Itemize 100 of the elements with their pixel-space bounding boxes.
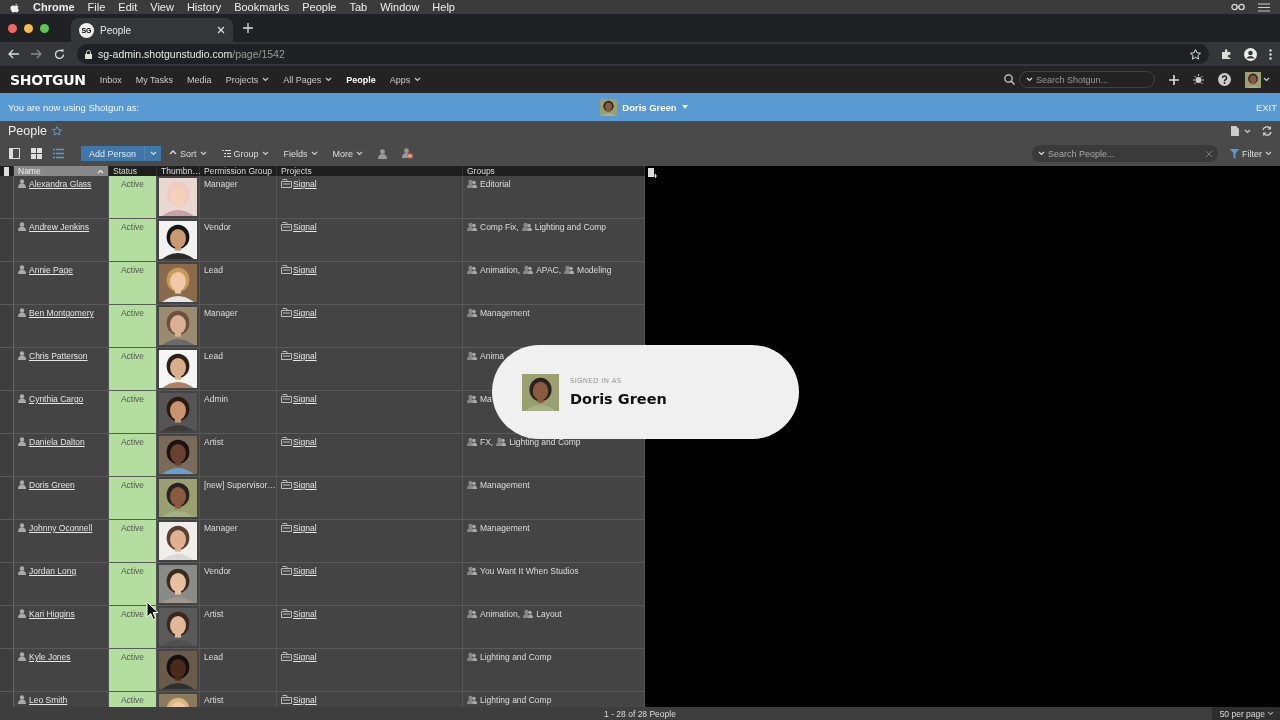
- person-link[interactable]: Andrew Jenkins: [29, 222, 89, 232]
- caret-icon: [1244, 128, 1251, 134]
- project-link[interactable]: Signal: [293, 652, 317, 662]
- table-cell: Lead: [200, 649, 277, 691]
- menu-item[interactable]: File: [87, 1, 106, 13]
- nav-link[interactable]: Projects: [225, 74, 270, 85]
- toolbar-menu[interactable]: Group: [221, 148, 269, 159]
- reload-icon[interactable]: [54, 48, 65, 60]
- add-person-button[interactable]: Add Person: [81, 146, 145, 161]
- glasses-icon[interactable]: [1231, 3, 1245, 11]
- person-link[interactable]: Ben Montgomery: [29, 308, 94, 318]
- group-name: Animation,: [480, 609, 521, 619]
- group-icon: [467, 308, 477, 317]
- search-icon[interactable]: [1004, 74, 1015, 85]
- nav-link[interactable]: Media: [187, 74, 212, 85]
- menu-item[interactable]: People: [302, 1, 337, 13]
- person-link[interactable]: Alexandra Glass: [29, 179, 92, 189]
- person-link[interactable]: Doris Green: [29, 480, 75, 490]
- address-bar[interactable]: sg-admin.shotgunstudio.com/page/1542: [77, 44, 1209, 64]
- nav-link[interactable]: My Tasks: [135, 74, 174, 85]
- select-all-checkbox[interactable]: [4, 166, 9, 176]
- profile-icon[interactable]: [1244, 47, 1257, 61]
- toolbar-menu[interactable]: Fields: [283, 148, 318, 159]
- document-icon[interactable]: [1231, 126, 1239, 136]
- group-icon: [523, 265, 534, 274]
- table-cell: Lead: [200, 348, 277, 390]
- close-icon[interactable]: [217, 26, 225, 34]
- apple-icon[interactable]: [10, 1, 20, 13]
- person-remove-icon[interactable]: [402, 148, 414, 159]
- group-name: Anima: [480, 351, 505, 361]
- menu-icon[interactable]: [1258, 2, 1270, 12]
- list-view-icon[interactable]: [53, 148, 64, 159]
- search-field[interactable]: Search People...: [1032, 145, 1218, 162]
- group-name: Management: [480, 480, 530, 490]
- group-name: Ma: [480, 394, 492, 404]
- menu-item[interactable]: Help: [432, 1, 455, 13]
- project-link[interactable]: Signal: [293, 437, 317, 447]
- bug-icon[interactable]: [1193, 74, 1204, 85]
- project-link[interactable]: Signal: [293, 222, 317, 232]
- menu-item[interactable]: View: [150, 1, 174, 13]
- project-link[interactable]: Signal: [293, 394, 317, 404]
- plus-icon[interactable]: [1169, 74, 1179, 85]
- nav-link[interactable]: Inbox: [99, 74, 122, 85]
- toolbar-menu[interactable]: More: [332, 148, 364, 159]
- sort-icon: [97, 168, 104, 174]
- help-icon[interactable]: [1218, 73, 1231, 86]
- project-icon: [281, 566, 292, 575]
- column-header[interactable]: Projects: [277, 166, 463, 176]
- star-icon[interactable]: [51, 126, 62, 136]
- add-column-icon[interactable]: [648, 168, 657, 178]
- person-icon[interactable]: [378, 148, 388, 159]
- clear-icon[interactable]: [1206, 150, 1212, 157]
- person-link[interactable]: Jordan Long: [29, 566, 77, 576]
- menu-item[interactable]: Bookmarks: [234, 1, 290, 13]
- project-link[interactable]: Signal: [293, 566, 317, 576]
- project-link[interactable]: Signal: [293, 265, 317, 275]
- nav-link[interactable]: Apps: [389, 74, 422, 85]
- group-icon: [523, 609, 534, 618]
- column-header[interactable]: Thumbn…: [157, 166, 200, 176]
- caret-icon: [681, 104, 688, 110]
- menu-item[interactable]: Edit: [118, 1, 138, 13]
- group-icon: [467, 609, 477, 618]
- forward-icon[interactable]: [31, 49, 42, 59]
- page-size-menu[interactable]: 50 per page: [1211, 707, 1280, 720]
- panel-view-icon[interactable]: [9, 148, 20, 159]
- dropdown-button[interactable]: [144, 146, 162, 161]
- toolbar-menu[interactable]: Sort: [169, 148, 207, 159]
- project-icon: [281, 695, 292, 704]
- person-link[interactable]: Cynthia Cargo: [29, 394, 84, 404]
- project-link[interactable]: Signal: [293, 480, 317, 490]
- refresh-icon[interactable]: [1262, 126, 1272, 136]
- caret-icon: [325, 77, 333, 82]
- caret-icon: [1038, 151, 1045, 156]
- menu-item[interactable]: History: [186, 1, 222, 13]
- nav-link[interactable]: People: [346, 74, 376, 85]
- more-icon[interactable]: [1269, 48, 1272, 60]
- person-link[interactable]: Annie Page: [29, 265, 73, 275]
- person-link[interactable]: Kari Higgins: [29, 609, 75, 619]
- project-link[interactable]: Signal: [293, 351, 317, 361]
- person-link[interactable]: Daniela Dalton: [29, 437, 85, 447]
- group-icon: [467, 695, 477, 704]
- project-link[interactable]: Signal: [293, 308, 317, 318]
- menu-item[interactable]: Tab: [349, 1, 368, 13]
- nav-link[interactable]: All Pages: [283, 74, 333, 85]
- project-link[interactable]: Signal: [293, 523, 317, 533]
- column-header[interactable]: Permission Group: [200, 166, 277, 176]
- menu-item[interactable]: Chrome: [33, 1, 75, 13]
- person-link[interactable]: Leo Smith: [29, 695, 68, 705]
- person-link[interactable]: Johnny Oconnell: [29, 523, 93, 533]
- grid-view-icon[interactable]: [31, 148, 42, 159]
- puzzle-icon[interactable]: [1221, 48, 1232, 60]
- filter-button[interactable]: Filter: [1230, 148, 1272, 159]
- person-link[interactable]: Kyle Jones: [29, 652, 71, 662]
- project-link[interactable]: Signal: [293, 179, 317, 189]
- menu-item[interactable]: Window: [380, 1, 420, 13]
- back-icon[interactable]: [8, 49, 19, 59]
- plus-icon[interactable]: [243, 23, 253, 33]
- person-link[interactable]: Chris Patterson: [29, 351, 88, 361]
- project-link[interactable]: Signal: [293, 609, 317, 619]
- project-link[interactable]: Signal: [293, 695, 317, 705]
